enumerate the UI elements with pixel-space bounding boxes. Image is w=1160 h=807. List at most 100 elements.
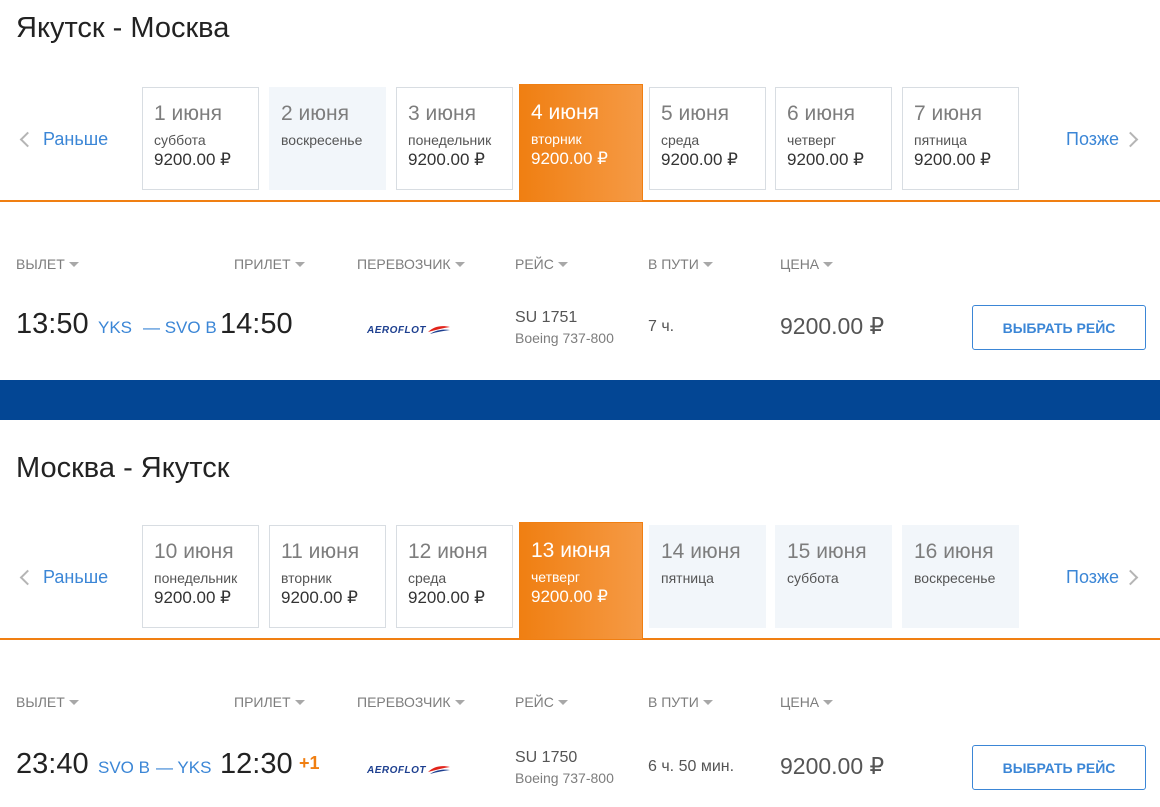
- caret-down-icon: [294, 699, 305, 705]
- sort-duration[interactable]: В ПУТИ: [648, 694, 713, 710]
- date-card[interactable]: 14 июня пятница: [649, 525, 766, 628]
- date-label: 2 июня: [281, 102, 349, 125]
- weekday-label: вторник: [531, 131, 582, 148]
- weekday-label: понедельник: [408, 132, 492, 149]
- date-card[interactable]: 3 июня понедельник 9200.00 ₽: [396, 87, 513, 190]
- arrival-time: 12:30: [220, 748, 293, 780]
- caret-down-icon: [823, 261, 834, 267]
- date-card[interactable]: 11 июня вторник 9200.00 ₽: [269, 525, 386, 628]
- sort-arrival-label: ПРИЛЕТ: [234, 256, 291, 272]
- sort-departure-label: ВЫЛЕТ: [16, 694, 65, 710]
- sort-duration-label: В ПУТИ: [648, 256, 699, 272]
- weekday-label: четверг: [787, 132, 836, 149]
- sort-departure[interactable]: ВЫЛЕТ: [16, 694, 79, 710]
- date-price: 9200.00 ₽: [408, 587, 485, 607]
- aeroflot-wing-icon: [428, 766, 450, 774]
- sort-carrier[interactable]: ПЕРЕВОЗЧИК: [357, 256, 465, 272]
- date-price: 9200.00 ₽: [408, 149, 485, 169]
- arrival-time: 14:50: [220, 308, 293, 340]
- flight-duration: 6 ч. 50 мин.: [648, 758, 735, 775]
- route-title: Москва - Якутск: [16, 452, 230, 484]
- earlier-label: Раньше: [43, 129, 109, 149]
- sort-duration-label: В ПУТИ: [648, 694, 699, 710]
- sort-price-label: ЦЕНА: [780, 694, 820, 710]
- date-price: 9200.00 ₽: [154, 149, 231, 169]
- sort-departure[interactable]: ВЫЛЕТ: [16, 256, 79, 272]
- departure-airport: YKS: [98, 318, 133, 337]
- flight-price: 9200.00 ₽: [780, 753, 885, 779]
- sort-arrival[interactable]: ПРИЛЕТ: [234, 694, 305, 710]
- departure-airport: SVO B: [98, 758, 150, 777]
- caret-down-icon: [68, 261, 79, 267]
- outbound-section: Якутск - Москва Раньше 1 июня суббота 92…: [0, 0, 1160, 380]
- weekday-label: суббота: [154, 132, 206, 149]
- date-label: 14 июня: [661, 540, 741, 563]
- caret-down-icon: [557, 699, 568, 705]
- section-divider: [0, 380, 1160, 420]
- caret-down-icon: [454, 699, 465, 705]
- date-selector: Раньше 1 июня суббота 9200.00 ₽ 2 июня в…: [0, 84, 1160, 202]
- caret-down-icon: [702, 699, 713, 705]
- aeroflot-wing-icon: [428, 326, 450, 334]
- date-card[interactable]: 15 июня суббота: [775, 525, 892, 628]
- later-label: Позже: [1066, 129, 1120, 149]
- sort-price[interactable]: ЦЕНА: [780, 694, 834, 710]
- flight-row: 13:50 YKS — SVO B 14:50 AEROFLOT SU 1751…: [0, 300, 1160, 360]
- flight-duration: 7 ч.: [648, 318, 675, 335]
- results-header: ВЫЛЕТ ПРИЛЕТ ПЕРЕВОЗЧИК РЕЙС В ПУТИ ЦЕНА: [0, 694, 1160, 714]
- earlier-link[interactable]: Раньше: [18, 129, 108, 150]
- carrier-logo: AEROFLOT: [367, 318, 457, 342]
- date-price: 9200.00 ₽: [154, 587, 231, 607]
- earlier-link[interactable]: Раньше: [18, 567, 108, 588]
- date-price: 9200.00 ₽: [787, 149, 864, 169]
- date-price: 9200.00 ₽: [531, 148, 608, 168]
- arrival-airport: — SVO B: [143, 318, 217, 337]
- flight-price: 9200.00 ₽: [780, 313, 885, 339]
- aircraft-type: Boeing 737-800: [515, 330, 614, 346]
- date-card[interactable]: 2 июня воскресенье: [269, 87, 386, 190]
- departure-time: 23:40: [16, 748, 89, 780]
- date-card[interactable]: 7 июня пятница 9200.00 ₽: [902, 87, 1019, 190]
- date-card[interactable]: 1 июня суббота 9200.00 ₽: [142, 87, 259, 190]
- later-link[interactable]: Позже: [1066, 129, 1139, 150]
- later-link[interactable]: Позже: [1066, 567, 1139, 588]
- sort-flight-label: РЕЙС: [515, 256, 554, 272]
- caret-down-icon: [68, 699, 79, 705]
- aircraft-type: Boeing 737-800: [515, 770, 614, 786]
- sort-flight-label: РЕЙС: [515, 694, 554, 710]
- date-card[interactable]: 16 июня воскресенье: [902, 525, 1019, 628]
- sort-duration[interactable]: В ПУТИ: [648, 256, 713, 272]
- weekday-label: среда: [408, 570, 447, 587]
- sort-price-label: ЦЕНА: [780, 256, 820, 272]
- flight-number: SU 1750: [515, 749, 578, 766]
- date-label: 15 июня: [787, 540, 867, 563]
- sort-departure-label: ВЫЛЕТ: [16, 256, 65, 272]
- date-price: 9200.00 ₽: [531, 586, 608, 606]
- date-label: 5 июня: [661, 102, 729, 125]
- weekday-label: пятница: [661, 570, 714, 587]
- date-card-selected[interactable]: 4 июня вторник 9200.00 ₽: [519, 84, 643, 202]
- flight-number: SU 1751: [515, 309, 578, 326]
- date-card-selected[interactable]: 13 июня четверг 9200.00 ₽: [519, 522, 643, 640]
- date-card[interactable]: 5 июня среда 9200.00 ₽: [649, 87, 766, 190]
- carrier-logo-text: AEROFLOT: [367, 324, 426, 336]
- date-card[interactable]: 10 июня понедельник 9200.00 ₽: [142, 525, 259, 628]
- date-selector: Раньше 10 июня понедельник 9200.00 ₽ 11 …: [0, 522, 1160, 640]
- select-flight-button[interactable]: ВЫБРАТЬ РЕЙС: [972, 745, 1146, 790]
- next-day-badge: +1: [299, 753, 320, 773]
- weekday-label: понедельник: [154, 570, 238, 587]
- sort-carrier[interactable]: ПЕРЕВОЗЧИК: [357, 694, 465, 710]
- chevron-right-icon: [1122, 569, 1139, 586]
- date-card[interactable]: 12 июня среда 9200.00 ₽: [396, 525, 513, 628]
- carrier-logo-text: AEROFLOT: [367, 764, 426, 776]
- chevron-left-icon: [19, 131, 36, 148]
- sort-arrival[interactable]: ПРИЛЕТ: [234, 256, 305, 272]
- sort-flight[interactable]: РЕЙС: [515, 694, 568, 710]
- sort-price[interactable]: ЦЕНА: [780, 256, 834, 272]
- select-flight-button[interactable]: ВЫБРАТЬ РЕЙС: [972, 305, 1146, 350]
- arrival-airport: — YKS: [156, 758, 212, 777]
- date-card[interactable]: 6 июня четверг 9200.00 ₽: [775, 87, 892, 190]
- sort-flight[interactable]: РЕЙС: [515, 256, 568, 272]
- weekday-label: четверг: [531, 569, 580, 586]
- date-label: 10 июня: [154, 540, 234, 563]
